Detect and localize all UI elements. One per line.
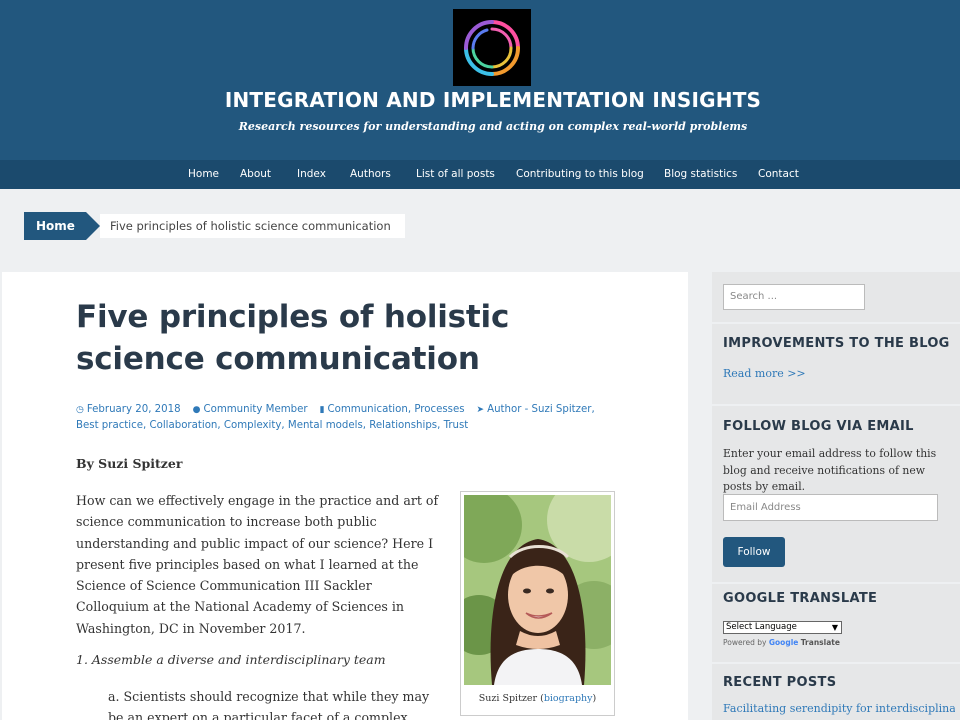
- tag-link[interactable]: Collaboration: [149, 420, 217, 431]
- tag-icon: ➤: [476, 405, 485, 415]
- follow-title: FOLLOW BLOG VIA EMAIL: [723, 419, 914, 434]
- site-tagline: Research resources for understanding and…: [238, 120, 748, 133]
- follow-description: Enter your email address to follow this …: [723, 447, 937, 493]
- translate-title: GOOGLE TRANSLATE: [723, 591, 878, 606]
- follow-button[interactable]: Follow: [723, 537, 785, 567]
- principle-heading: 1. Assemble a diverse and interdisciplin…: [76, 652, 386, 667]
- nav-item-authors[interactable]: Authors: [350, 160, 391, 189]
- folder-icon: ▮: [319, 405, 325, 415]
- article: Five principles of holistic science comm…: [2, 272, 688, 720]
- tag-link[interactable]: Trust: [444, 420, 469, 431]
- post-meta: ◷ February 20, 2018 ● Community Member ▮ Comm…: [76, 404, 595, 431]
- dropdown-arrow-icon: ▼: [831, 623, 838, 632]
- read-more-link[interactable]: Read more >>: [723, 367, 806, 380]
- category-link[interactable]: Processes: [414, 404, 464, 415]
- author-photo: [464, 495, 611, 685]
- tag-link[interactable]: Mental models: [288, 420, 363, 431]
- search-input[interactable]: Search ...: [723, 284, 865, 310]
- nav-item-contact[interactable]: Contact: [758, 160, 799, 189]
- site-logo[interactable]: [453, 9, 531, 86]
- site-title[interactable]: INTEGRATION AND IMPLEMENTATION INSIGHTS: [0, 88, 960, 112]
- recent-posts-title: RECENT POSTS: [723, 675, 837, 690]
- search-widget: Search ...: [712, 272, 960, 322]
- post-title: Five principles of holistic science comm…: [76, 299, 510, 377]
- author-photo-card: Suzi Spitzer (biography): [460, 491, 615, 716]
- nav-item-index[interactable]: Index: [297, 160, 326, 189]
- nav-item-home[interactable]: Home: [188, 160, 219, 189]
- breadcrumb-current: Five principles of holistic science comm…: [100, 214, 405, 238]
- tag-link[interactable]: Best practice: [76, 420, 143, 431]
- nav-item-list-of-posts[interactable]: List of all posts: [416, 160, 495, 189]
- recent-post-link[interactable]: Facilitating serendipity for interdiscip…: [723, 702, 955, 715]
- photo-caption: Suzi Spitzer (biography): [478, 693, 597, 704]
- tag-link[interactable]: Author - Suzi Spitzer: [487, 404, 591, 415]
- language-select[interactable]: Select Language ▼: [723, 621, 842, 634]
- site-header: INTEGRATION AND IMPLEMENTATION INSIGHTS …: [0, 0, 960, 160]
- nav-item-blog-statistics[interactable]: Blog statistics: [664, 160, 737, 189]
- byline: By Suzi Spitzer: [76, 456, 183, 471]
- nav-item-about[interactable]: About: [240, 160, 271, 189]
- breadcrumb-arrow: [86, 212, 100, 240]
- nav-item-contributing[interactable]: Contributing to this blog: [516, 160, 644, 189]
- tag-link[interactable]: Relationships: [369, 420, 437, 431]
- main-nav: Home About Index Authors List of all pos…: [0, 160, 960, 189]
- sidebar: Search ... IMPROVEMENTS TO THE BLOG Read…: [712, 272, 960, 720]
- powered-by-google: Powered by Google Translate: [723, 638, 840, 647]
- clock-icon: ◷: [76, 405, 84, 415]
- tag-link[interactable]: Complexity: [224, 420, 282, 431]
- post-date[interactable]: February 20, 2018: [87, 404, 181, 415]
- post-author[interactable]: Community Member: [203, 404, 307, 415]
- sub-list-item: a. Scientists should recognize that whil…: [108, 689, 430, 720]
- category-link[interactable]: Communication: [328, 404, 408, 415]
- biography-link[interactable]: biography: [544, 693, 593, 704]
- breadcrumb-home[interactable]: Home: [24, 212, 86, 240]
- intro-paragraph: How can we effectively engage in the pra…: [76, 493, 439, 636]
- circular-swirl-logo-icon: [464, 19, 520, 76]
- improvements-title: IMPROVEMENTS TO THE BLOG: [723, 336, 950, 351]
- user-icon: ●: [192, 405, 201, 415]
- email-field[interactable]: Email Address: [723, 494, 938, 521]
